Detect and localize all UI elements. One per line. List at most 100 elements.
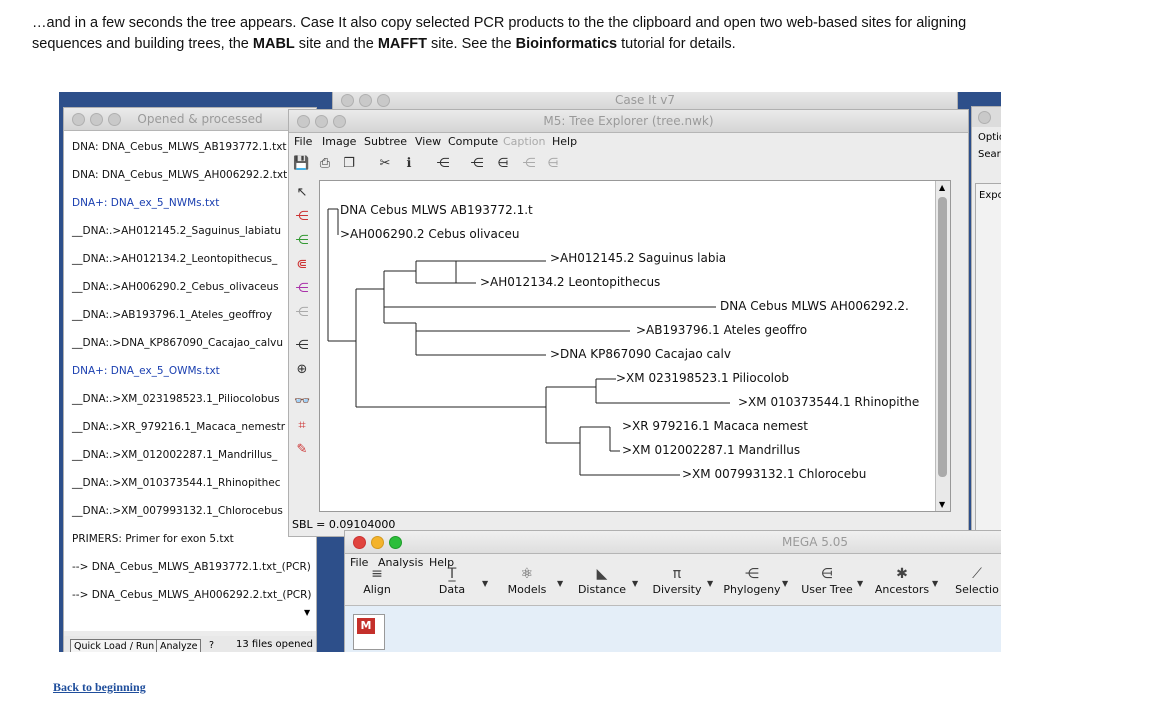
list-item[interactable]: __DNA:.>AB193796.1_Ateles_geoffroy	[72, 309, 272, 321]
tree-leaf-label[interactable]: >XM 012002287.1 Mandrillus	[622, 443, 800, 457]
list-item[interactable]: __DNA:.>XR_979216.1_Macaca_nemestr	[72, 421, 285, 433]
pointer-icon[interactable]: ↖	[294, 185, 310, 201]
close-icon[interactable]	[978, 111, 991, 124]
mega-app-icon[interactable]: M	[353, 614, 385, 650]
ancestors-label: Ancestors	[874, 583, 930, 596]
maximize-icon[interactable]	[389, 536, 402, 549]
tree-leaf-label[interactable]: DNA Cebus MLWS AH006292.2.	[720, 299, 909, 313]
distance-button[interactable]: ◣ Distance	[572, 565, 632, 596]
compress-icon[interactable]: ⋲	[294, 281, 310, 297]
list-item[interactable]: __DNA:.>XM_010373544.1_Rhinopithec	[72, 477, 281, 489]
zoom-icon[interactable]: ⊕	[294, 362, 310, 378]
chevron-down-icon[interactable]: ▼	[482, 579, 488, 588]
diversity-button[interactable]: π Diversity	[647, 565, 707, 596]
tree-compress-icon[interactable]: ⋲	[469, 156, 485, 172]
list-item[interactable]: DNA: DNA_Cebus_MLWS_AB193772.1.txt	[72, 141, 287, 153]
tree-leaf-label[interactable]: >XR 979216.1 Macaca nemest	[622, 419, 808, 433]
tree-explorer-title: M5: Tree Explorer (tree.nwk)	[543, 114, 714, 128]
minimize-icon[interactable]	[371, 536, 384, 549]
data-label: Data	[438, 583, 466, 596]
tree-icon[interactable]: ⋲	[435, 156, 451, 172]
opened-processed-window: Opened & processed DNA: DNA_Cebus_MLWS_A…	[63, 107, 317, 652]
vertical-scrollbar[interactable]: ▲ ▼	[935, 181, 950, 511]
chevron-down-icon[interactable]: ▼	[857, 579, 863, 588]
tree-leaf-label[interactable]: DNA Cebus MLWS AB193772.1.t	[340, 203, 533, 217]
menu-subtree[interactable]: Subtree	[364, 135, 407, 148]
tree-leaf-label[interactable]: >AH006290.2 Cebus olivaceu	[340, 227, 519, 241]
data-button[interactable]: T̲ Data	[422, 565, 482, 596]
tree-disabled-icon[interactable]: ⋲	[521, 156, 537, 172]
tree-leaf-label[interactable]: >DNA KP867090 Cacajao calv	[550, 347, 731, 361]
info-icon[interactable]: ℹ	[401, 156, 417, 172]
menu-compute[interactable]: Compute	[448, 135, 498, 148]
analyze-button[interactable]: Analyze	[156, 639, 202, 652]
scroll-down-icon[interactable]: ▼	[939, 500, 945, 509]
phylogeny-label: Phylogeny	[723, 583, 781, 596]
select-icon[interactable]: ⌗	[294, 418, 310, 434]
chevron-down-icon[interactable]: ▼	[557, 579, 563, 588]
tree-expand-icon[interactable]: ⋳	[495, 156, 511, 172]
ancestors-button[interactable]: ✱ Ancestors	[872, 565, 932, 596]
tree-disabled-icon[interactable]: ⋳	[545, 156, 561, 172]
binoculars-icon[interactable]: 👓	[294, 394, 310, 410]
list-item[interactable]: __DNA:.>AH012145.2_Saguinus_labiatu	[72, 225, 281, 237]
phylogeny-button[interactable]: ⋲ Phylogeny	[722, 565, 782, 596]
models-button[interactable]: ⚛ Models	[497, 565, 557, 596]
chevron-down-icon[interactable]: ▼	[707, 579, 713, 588]
user-tree-button[interactable]: ⋳ User Tree	[797, 565, 857, 596]
list-item[interactable]: --> DNA_Cebus_MLWS_AH006292.2.txt_(PCR)	[72, 589, 312, 601]
chevron-down-icon[interactable]: ▼	[782, 579, 788, 588]
menu-help[interactable]: Help	[552, 135, 577, 148]
tree-leaf-label[interactable]: >AH012145.2 Saguinus labia	[550, 251, 726, 265]
menu-caption[interactable]: Caption	[503, 135, 545, 148]
quick-load-button[interactable]: Quick Load / Run	[70, 639, 159, 652]
flip-icon[interactable]: ✂	[377, 156, 393, 172]
close-icon[interactable]	[353, 536, 366, 549]
list-item[interactable]: __DNA:.>AH012134.2_Leontopithecus_	[72, 253, 277, 265]
swap-icon[interactable]: ⋲	[294, 233, 310, 249]
tree-explorer-window: M5: Tree Explorer (tree.nwk) File Image …	[288, 109, 969, 537]
list-item[interactable]: __DNA:.>XM_023198523.1_Piliocolobus	[72, 393, 280, 405]
save-icon[interactable]: 💾	[293, 156, 309, 172]
search-label[interactable]: Sear	[978, 149, 1001, 160]
tree-leaf-label[interactable]: >AB193796.1 Ateles geoffro	[636, 323, 807, 337]
align-label: Align	[363, 583, 391, 596]
menu-file[interactable]: File	[294, 135, 312, 148]
tree-leaf-label[interactable]: >XM 010373544.1 Rhinopithe	[738, 395, 919, 409]
mega-titlebar: MEGA 5.05	[345, 531, 1001, 554]
list-item[interactable]: PRIMERS: Primer for exon 5.txt	[72, 533, 234, 545]
scrollbar-thumb[interactable]	[938, 197, 947, 477]
tree-leaf-label[interactable]: >AH012134.2 Leontopithecus	[480, 275, 660, 289]
scroll-down-icon[interactable]: ▼	[304, 608, 314, 632]
list-item[interactable]: DNA+: DNA_ex_5_OWMs.txt	[72, 365, 220, 377]
scroll-up-icon[interactable]: ▲	[939, 183, 945, 192]
print-icon[interactable]: ⎙	[317, 156, 333, 172]
chevron-down-icon[interactable]: ▼	[632, 579, 638, 588]
selection-button[interactable]: ⟋ Selectio	[947, 565, 1001, 596]
list-item[interactable]: DNA+: DNA_ex_5_NWMs.txt	[72, 197, 219, 209]
tree-leaf-label[interactable]: >XM 007993132.1 Chlorocebu	[682, 467, 866, 481]
help-button[interactable]: ?	[206, 639, 217, 652]
root-icon[interactable]: ⋲	[294, 209, 310, 225]
export-label[interactable]: Expo	[979, 190, 1001, 201]
tree-canvas[interactable]: DNA Cebus MLWS AB193772.1.t >AH006290.2 C…	[319, 180, 951, 512]
list-item[interactable]: --> DNA_Cebus_MLWS_AB193772.1.txt_(PCR)	[72, 561, 311, 573]
menu-view[interactable]: View	[415, 135, 441, 148]
options-titlebar	[972, 107, 1001, 127]
copy-icon[interactable]: ❐	[341, 156, 357, 172]
edit-icon[interactable]: ✎	[294, 442, 310, 458]
subtree-icon[interactable]: ⋲	[294, 338, 310, 354]
list-item[interactable]: __DNA:.>XM_012002287.1_Mandrillus_	[72, 449, 277, 461]
flip-subtree-icon[interactable]: ⋐	[294, 257, 310, 273]
align-icon: ≡	[371, 566, 383, 582]
list-item[interactable]: __DNA:.>DNA_KP867090_Cacajao_calvu	[72, 337, 283, 349]
list-item[interactable]: __DNA:.>XM_007993132.1_Chlorocebus	[72, 505, 283, 517]
list-item[interactable]: __DNA:.>AH006290.2_Cebus_olivaceus	[72, 281, 279, 293]
back-to-beginning-link[interactable]: Back to beginning	[53, 680, 146, 695]
list-item[interactable]: DNA: DNA_Cebus_MLWS_AH006292.2.txt	[72, 169, 287, 181]
disabled-icon[interactable]: ⋲	[294, 305, 310, 321]
chevron-down-icon[interactable]: ▼	[932, 579, 938, 588]
tree-leaf-label[interactable]: >XM 023198523.1 Piliocolob	[616, 371, 789, 385]
align-button[interactable]: ≡ Align	[347, 565, 407, 596]
menu-image[interactable]: Image	[322, 135, 356, 148]
